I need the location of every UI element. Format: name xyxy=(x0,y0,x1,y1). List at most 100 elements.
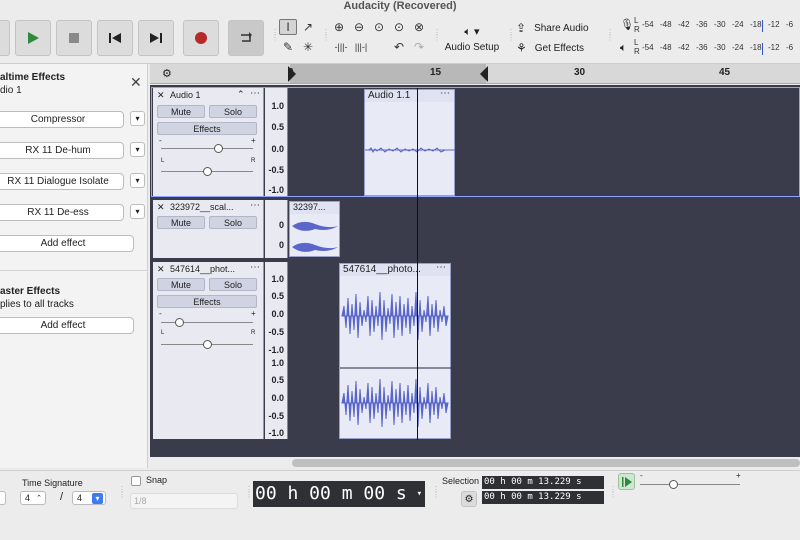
more-icon[interactable]: ⋯ xyxy=(250,88,260,99)
fit-selection-button[interactable]: ⊙ xyxy=(370,19,388,35)
track-name[interactable]: 547614__phot... xyxy=(170,264,235,274)
close-icon[interactable]: ✕ xyxy=(157,264,165,275)
chevron-down-icon[interactable]: ▾ xyxy=(130,173,145,188)
clip-header[interactable]: 547614__photo... xyxy=(340,264,450,276)
get-effects-button[interactable]: ⚘ Get Effects xyxy=(516,40,600,56)
ts-denominator-select[interactable]: 4 ▾ xyxy=(72,491,106,505)
chevron-down-icon[interactable]: ▾ xyxy=(130,111,145,126)
ts-numerator-stepper[interactable]: 4 ⌃ xyxy=(20,491,46,505)
speed-slider-thumb[interactable] xyxy=(669,480,678,489)
toolbar-grip[interactable]: ⋮ ⋮ xyxy=(322,29,330,42)
gain-slider-track[interactable] xyxy=(161,148,253,149)
play-button[interactable] xyxy=(15,20,51,56)
record-meter[interactable]: -54 -48 -42 -36 -30 -24 -18 -12 -6 xyxy=(642,20,800,32)
toolbar-grip[interactable]: ⋮ ⋮ xyxy=(507,29,515,42)
toolbar-grip[interactable]: ⋮ ⋮ xyxy=(609,486,617,499)
redo-button[interactable]: ↷ xyxy=(410,39,428,55)
toolbar-grip[interactable]: ⋮ ⋮ xyxy=(271,29,279,42)
mute-button[interactable]: Mute xyxy=(157,216,205,229)
stop-button[interactable] xyxy=(56,20,92,56)
zoom-toggle-button[interactable]: ⊗ xyxy=(410,19,428,35)
solo-button[interactable]: Solo xyxy=(209,216,257,229)
record-button[interactable] xyxy=(183,20,219,56)
selection-start-field[interactable]: 00 h 00 m 13.229 s xyxy=(482,476,604,489)
audio-clip[interactable]: Audio 1.1 ⋯ xyxy=(364,88,455,196)
track-1-controls[interactable]: ✕ Audio 1 ⌃ ⋯ Mute Solo Effects - + L R xyxy=(153,88,264,196)
zoom-in-button[interactable]: ⊕ xyxy=(330,19,348,35)
more-icon[interactable]: ⋯ xyxy=(436,262,446,273)
mute-button[interactable]: Mute xyxy=(157,278,205,291)
collapse-icon[interactable]: ⌃ xyxy=(237,89,245,100)
effect-compressor-button[interactable]: Compressor xyxy=(0,111,124,128)
trim-button[interactable]: -|||- xyxy=(332,39,350,55)
skip-to-end-button[interactable] xyxy=(138,20,174,56)
toolbar-grip[interactable]: ⋮ ⋮ xyxy=(245,486,253,499)
toolbar-grip[interactable]: ⋮ ⋮ xyxy=(433,29,441,42)
audio-setup-button[interactable]: 🔈︎ ▾ Audio Setup xyxy=(441,20,503,58)
selection-end-field[interactable]: 00 h 00 m 13.229 s xyxy=(482,491,604,504)
play-head-start-icon[interactable] xyxy=(288,66,298,82)
silence-button[interactable]: |||-| xyxy=(352,39,370,55)
gain-slider-thumb[interactable] xyxy=(175,318,184,327)
more-icon[interactable]: ⋯ xyxy=(250,200,260,211)
effect-dehum-button[interactable]: RX 11 De-hum xyxy=(0,142,124,159)
share-audio-button[interactable]: ⇪ Share Audio xyxy=(516,20,600,36)
audio-clip[interactable]: 547614__photo... ⋯ xyxy=(339,262,451,439)
audio-clip[interactable]: 32397... xyxy=(289,201,340,257)
playback-meter[interactable]: -54 -48 -42 -36 -30 -24 -18 -12 -6 xyxy=(642,43,800,55)
fit-project-button[interactable]: ⊙ xyxy=(390,19,408,35)
speed-slider-track[interactable] xyxy=(640,484,740,485)
close-icon[interactable]: ✕ xyxy=(157,90,165,101)
track-name[interactable]: Audio 1 xyxy=(170,90,201,100)
pause-button[interactable] xyxy=(0,20,10,56)
snap-select[interactable]: 1/8 xyxy=(130,493,238,509)
effect-dialogue-isolate-button[interactable]: RX 11 Dialogue Isolate xyxy=(0,173,124,190)
pan-slider-thumb[interactable] xyxy=(203,340,212,349)
close-icon[interactable]: ✕ xyxy=(157,202,165,213)
time-display[interactable]: 00 h 00 m 00 s ▾ xyxy=(253,481,425,507)
microphone-icon[interactable]: 🎙︎ xyxy=(620,18,634,31)
more-icon[interactable]: ⋯ xyxy=(440,88,450,99)
effect-deess-button[interactable]: RX 11 De-ess xyxy=(0,204,124,221)
snap-checkbox[interactable] xyxy=(131,476,141,486)
multi-tool-button[interactable]: ✳ xyxy=(299,39,317,55)
undo-button[interactable]: ↶ xyxy=(390,39,408,55)
envelope-tool-button[interactable]: ↗ xyxy=(299,19,317,35)
toolbar-grip[interactable]: ⋮ ⋮ xyxy=(432,486,440,499)
solo-button[interactable]: Solo xyxy=(209,105,257,118)
track-3-controls[interactable]: ✕ 547614__phot... ⋯ Mute Solo Effects - … xyxy=(153,262,264,439)
more-icon[interactable]: ⋯ xyxy=(250,262,260,273)
gear-icon[interactable]: ⚙ xyxy=(162,67,172,80)
track-name[interactable]: 323972__scal... xyxy=(170,202,234,212)
toolbar-grip[interactable]: ⋮ ⋮ xyxy=(606,29,614,42)
effect-slot: RX 11 De-hum ▾ xyxy=(0,142,148,159)
play-at-speed-button[interactable] xyxy=(618,473,635,490)
effects-button[interactable]: Effects xyxy=(157,295,257,308)
solo-button[interactable]: Solo xyxy=(209,278,257,291)
clip-header[interactable]: 32397... xyxy=(290,202,339,214)
selection-tool-button[interactable]: I xyxy=(279,19,297,35)
close-icon[interactable]: ✕ xyxy=(130,74,142,91)
gain-slider-thumb[interactable] xyxy=(214,144,223,153)
toolbar-grip[interactable]: ⋮ ⋮ xyxy=(118,486,126,499)
add-effect-button[interactable]: Add effect xyxy=(0,235,134,252)
selection-settings-button[interactable]: ⚙ xyxy=(461,491,477,507)
chevron-down-icon[interactable]: ▾ xyxy=(92,492,103,504)
mute-button[interactable]: Mute xyxy=(157,105,205,118)
timeline-ruler[interactable]: ⚙ 0 15 30 45 xyxy=(150,64,800,84)
draw-tool-button[interactable]: ✎ xyxy=(279,39,297,55)
track-2-controls[interactable]: ✕ 323972__scal... ⋯ Mute Solo xyxy=(153,200,264,258)
play-head-end-icon[interactable] xyxy=(478,66,488,82)
horizontal-scrollbar[interactable] xyxy=(292,459,800,467)
playback-speaker-icon[interactable]: 🔈︎ xyxy=(620,42,627,55)
loop-button[interactable] xyxy=(228,20,264,56)
chevron-down-icon[interactable]: ▾ xyxy=(417,481,422,507)
stepper-icon[interactable]: ⌃ xyxy=(36,494,42,502)
pan-slider-thumb[interactable] xyxy=(203,167,212,176)
zoom-out-button[interactable]: ⊖ xyxy=(350,19,368,35)
chevron-down-icon[interactable]: ▾ xyxy=(130,204,145,219)
master-add-effect-button[interactable]: Add effect xyxy=(0,317,134,334)
chevron-down-icon[interactable]: ▾ xyxy=(130,142,145,157)
skip-to-start-button[interactable] xyxy=(97,20,133,56)
effects-button[interactable]: Effects xyxy=(157,122,257,135)
